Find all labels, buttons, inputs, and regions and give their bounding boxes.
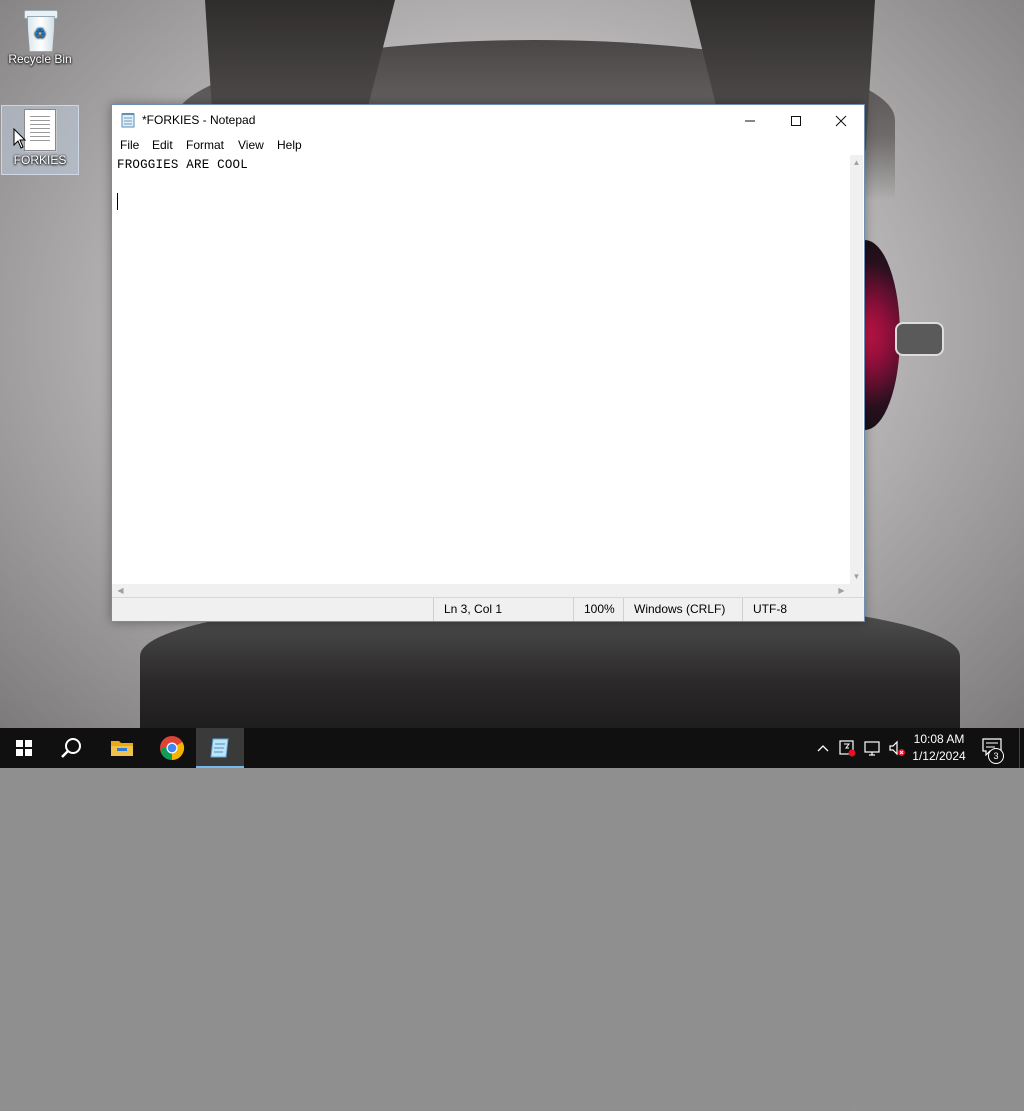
scrollbar-corner: [850, 584, 863, 597]
desktop-icon-label: Recycle Bin: [8, 52, 72, 66]
status-line-ending: Windows (CRLF): [623, 598, 742, 621]
taskbar-file-explorer[interactable]: [98, 728, 146, 768]
search-icon: [61, 738, 81, 758]
volume-muted-icon[interactable]: [886, 739, 908, 757]
recycle-bin-icon: ♻: [23, 8, 58, 52]
taskbar-notepad[interactable]: [196, 728, 244, 768]
desktop-icon-label: FORKIES: [13, 153, 67, 167]
network-icon[interactable]: [862, 739, 884, 757]
taskbar: 10:08 AM 1/12/2024 3: [0, 728, 1024, 768]
security-tray-icon[interactable]: [836, 739, 858, 757]
notification-count-badge: 3: [988, 748, 1004, 764]
minimize-button[interactable]: [727, 105, 773, 135]
status-zoom: 100%: [573, 598, 623, 621]
start-icon: [16, 740, 32, 756]
maximize-icon: [791, 116, 801, 127]
start-button[interactable]: [0, 728, 48, 768]
show-desktop-button[interactable]: [1019, 728, 1024, 768]
search-button[interactable]: [48, 728, 96, 768]
chrome-icon: [160, 736, 185, 760]
editor-content: FROGGIES ARE COOL: [117, 158, 248, 172]
action-center-button[interactable]: 3: [978, 738, 1008, 764]
resize-grip-icon[interactable]: ⋰: [852, 1101, 862, 1111]
menu-help[interactable]: Help: [277, 138, 302, 152]
close-icon: [835, 115, 847, 127]
wallpaper-goggle-strap: [895, 322, 944, 356]
mouse-cursor-icon: [13, 128, 27, 149]
taskbar-chrome[interactable]: [148, 728, 196, 768]
menu-view[interactable]: View: [238, 138, 264, 152]
status-encoding: UTF-8: [742, 598, 852, 621]
scroll-right-icon[interactable]: ▶: [835, 584, 848, 597]
menu-file[interactable]: File: [120, 138, 139, 152]
status-bar: Ln 3, Col 1 100% Windows (CRLF) UTF-8 ⋰: [112, 597, 864, 1110]
clock-date: 1/12/2024: [912, 749, 966, 763]
close-button[interactable]: [818, 105, 864, 135]
menu-bar: File Edit Format View Help: [112, 135, 864, 155]
vertical-scrollbar[interactable]: ▲ ▼: [850, 155, 863, 584]
taskbar-clock[interactable]: 10:08 AM 1/12/2024: [908, 731, 970, 765]
minimize-icon: [745, 120, 755, 122]
notepad-window[interactable]: *FORKIES - Notepad File Edit Format View…: [111, 104, 865, 1110]
title-bar[interactable]: *FORKIES - Notepad: [112, 105, 864, 135]
maximize-button[interactable]: [773, 105, 819, 135]
menu-format[interactable]: Format: [186, 138, 224, 152]
text-editor[interactable]: FROGGIES ARE COOL: [112, 155, 850, 584]
scroll-up-icon[interactable]: ▲: [850, 156, 863, 169]
notepad-icon: [210, 738, 229, 758]
notepad-icon: [121, 113, 135, 128]
show-hidden-icons-chevron-icon[interactable]: [812, 728, 834, 768]
window-title: *FORKIES - Notepad: [142, 113, 256, 127]
menu-edit[interactable]: Edit: [152, 138, 173, 152]
text-caret: [117, 193, 118, 210]
clock-time: 10:08 AM: [913, 732, 965, 746]
scroll-left-icon[interactable]: ◀: [114, 584, 127, 597]
scroll-down-icon[interactable]: ▼: [850, 570, 863, 583]
status-cursor-position: Ln 3, Col 1: [433, 598, 573, 621]
file-explorer-icon: [111, 741, 133, 756]
text-file-icon: [24, 109, 56, 151]
horizontal-scrollbar[interactable]: ◀ ▶: [112, 584, 850, 597]
desktop-icon-recycle-bin[interactable]: ♻ Recycle Bin: [2, 6, 78, 74]
